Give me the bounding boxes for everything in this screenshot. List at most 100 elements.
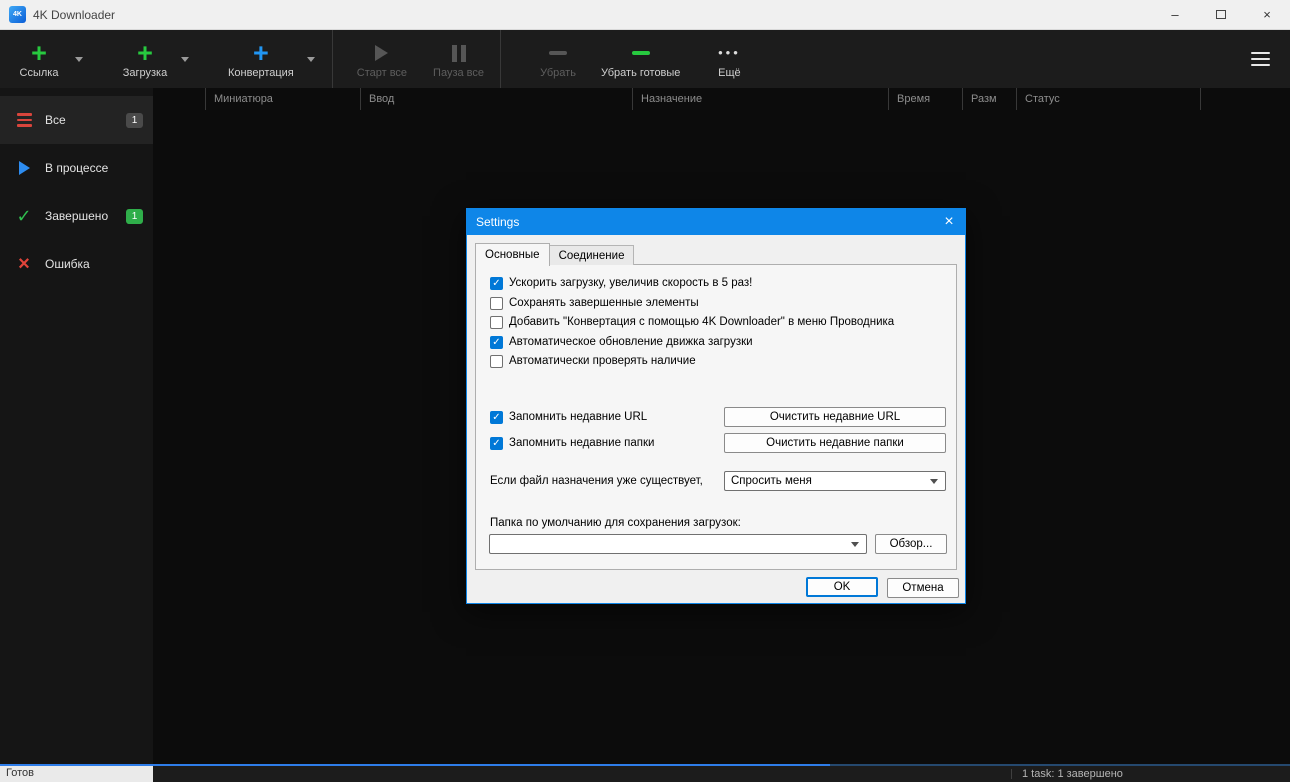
option-row: Сохранять завершенные элементы — [490, 295, 699, 311]
browse-button[interactable]: Обзор... — [875, 534, 947, 554]
dialog-title: Settings — [476, 215, 520, 229]
dialog-titlebar[interactable]: Settings × — [467, 209, 965, 235]
chevron-down-icon — [851, 541, 859, 547]
checkbox-remember-folders[interactable] — [490, 436, 503, 450]
menu-button[interactable] — [1245, 46, 1276, 72]
column-header-spacer — [153, 88, 205, 110]
status-bar: Готов 1 task: 1 завершено — [0, 766, 1290, 782]
sidebar-item-error[interactable]: × Ошибка — [0, 240, 153, 288]
play-icon — [375, 45, 389, 61]
option-row: Добавить "Конвертация с помощью 4K Downl… — [490, 314, 894, 330]
default-folder-combobox[interactable] — [489, 534, 867, 554]
count-badge: 1 — [126, 112, 143, 128]
column-header-thumbnail[interactable]: Миниатюра — [205, 88, 360, 110]
app-logo-icon: 4K — [9, 6, 26, 23]
status-separator — [1011, 769, 1012, 779]
status-bar-right-area: 1 task: 1 завершено — [153, 766, 1290, 782]
option-row: Автоматически проверять наличие — [490, 353, 696, 369]
column-header-time[interactable]: Время — [888, 88, 962, 110]
sidebar-item-label: Ошибка — [45, 257, 90, 271]
cancel-button[interactable]: Отмена — [887, 578, 959, 598]
option-row: Автоматическое обновление движка загрузк… — [490, 334, 753, 350]
play-icon — [14, 161, 34, 175]
pause-all-button[interactable]: Пауза все — [427, 37, 490, 81]
checkbox-speed-boost[interactable] — [490, 276, 503, 290]
sidebar-item-all[interactable]: Все 1 — [0, 96, 153, 144]
window-controls: – × — [1152, 0, 1290, 30]
window-titlebar: 4K 4K Downloader – × — [0, 0, 1290, 30]
add-download-button[interactable]: + Загрузка — [116, 37, 174, 81]
table-header: Миниатюра Ввод Назначение Время Разм Ста… — [153, 88, 1290, 110]
sidebar-item-in-progress[interactable]: В процессе — [0, 144, 153, 192]
more-button[interactable]: ••• Ещё — [700, 37, 758, 81]
sidebar-item-label: В процессе — [45, 161, 109, 175]
link-dropdown-button[interactable] — [68, 30, 90, 88]
pause-all-label: Пауза все — [433, 67, 485, 79]
sidebar: Все 1 В процессе ✓ Завершено 1 × Ошибка — [0, 88, 153, 764]
settings-panel: Ускорить загрузку, увеличив скорость в 5… — [475, 264, 957, 570]
close-button[interactable]: × — [1244, 0, 1290, 30]
clear-recent-urls-button[interactable]: Очистить недавние URL — [724, 407, 946, 427]
dialog-close-button[interactable]: × — [933, 209, 965, 235]
minus-icon — [631, 51, 650, 55]
chevron-down-icon — [75, 56, 83, 62]
pause-icon — [451, 44, 466, 62]
column-header-input[interactable]: Ввод — [360, 88, 632, 110]
window-title: 4K Downloader — [33, 7, 116, 22]
checkbox-label: Добавить "Конвертация с помощью 4K Downl… — [509, 316, 895, 328]
check-icon: ✓ — [16, 206, 32, 226]
count-badge: 1 — [126, 208, 143, 224]
checkbox-label: Ускорить загрузку, увеличив скорость в 5… — [509, 277, 753, 289]
checkbox-explorer-menu[interactable] — [490, 315, 503, 329]
minimize-button[interactable]: – — [1152, 0, 1198, 30]
checkbox-remember-urls[interactable] — [490, 410, 503, 424]
add-download-label: Загрузка — [122, 67, 168, 79]
error-icon: × — [18, 253, 30, 275]
checkbox-keep-completed[interactable] — [490, 296, 503, 310]
toolbar-separator — [500, 30, 502, 88]
remove-completed-button[interactable]: Убрать готовые — [595, 37, 686, 81]
tab-connection[interactable]: Соединение — [549, 245, 635, 265]
add-conversion-button[interactable]: + Конвертация — [222, 37, 300, 81]
file-exists-select[interactable]: Спросить меня — [724, 471, 946, 491]
start-all-label: Старт все — [356, 67, 408, 79]
checkbox-label: Запомнить недавние папки — [509, 437, 655, 449]
more-label: Ещё — [718, 67, 741, 79]
download-dropdown-button[interactable] — [174, 30, 196, 88]
column-header-status[interactable]: Статус — [1016, 88, 1200, 110]
default-folder-label: Папка по умолчанию для сохранения загруз… — [490, 517, 741, 529]
add-conversion-label: Конвертация — [228, 67, 294, 79]
maximize-button[interactable] — [1198, 0, 1244, 30]
toolbar-separator — [331, 30, 333, 88]
sidebar-item-completed[interactable]: ✓ Завершено 1 — [0, 192, 153, 240]
ok-button[interactable]: OK — [806, 577, 878, 597]
checkbox-auto-check[interactable] — [490, 354, 503, 368]
remove-completed-label: Убрать готовые — [601, 67, 681, 79]
add-link-button[interactable]: + Ссылка — [10, 37, 68, 81]
chevron-down-icon — [930, 478, 938, 484]
checkbox-label: Автоматическое обновление движка загрузк… — [509, 336, 753, 348]
add-link-label: Ссылка — [19, 67, 59, 79]
status-ready-text: Готов — [0, 766, 153, 782]
dialog-tabs: Основные Соединение — [475, 242, 635, 266]
checkbox-label: Автоматически проверять наличие — [509, 355, 696, 367]
column-header-destination[interactable]: Назначение — [632, 88, 888, 110]
remove-label: Убрать — [540, 67, 576, 79]
tab-general[interactable]: Основные — [475, 243, 550, 266]
list-icon — [14, 113, 34, 127]
settings-dialog: Settings × Основные Соединение Ускорить … — [466, 208, 966, 604]
column-header-size[interactable]: Разм — [962, 88, 1016, 110]
conversion-dropdown-button[interactable] — [300, 30, 322, 88]
ellipsis-icon: ••• — [718, 45, 741, 60]
checkbox-engine-update[interactable] — [490, 335, 503, 349]
select-value: Спросить меня — [731, 475, 812, 487]
option-row: Запомнить недавние URL — [490, 409, 647, 425]
sidebar-item-label: Завершено — [45, 209, 109, 223]
minus-icon — [549, 51, 568, 55]
checkbox-label: Сохранять завершенные элементы — [509, 297, 699, 309]
clear-recent-folders-button[interactable]: Очистить недавние папки — [724, 433, 946, 453]
remove-button[interactable]: Убрать — [529, 37, 587, 81]
start-all-button[interactable]: Старт все — [351, 37, 413, 81]
option-row: Запомнить недавние папки — [490, 435, 654, 451]
status-task-summary: 1 task: 1 завершено — [1022, 768, 1123, 780]
